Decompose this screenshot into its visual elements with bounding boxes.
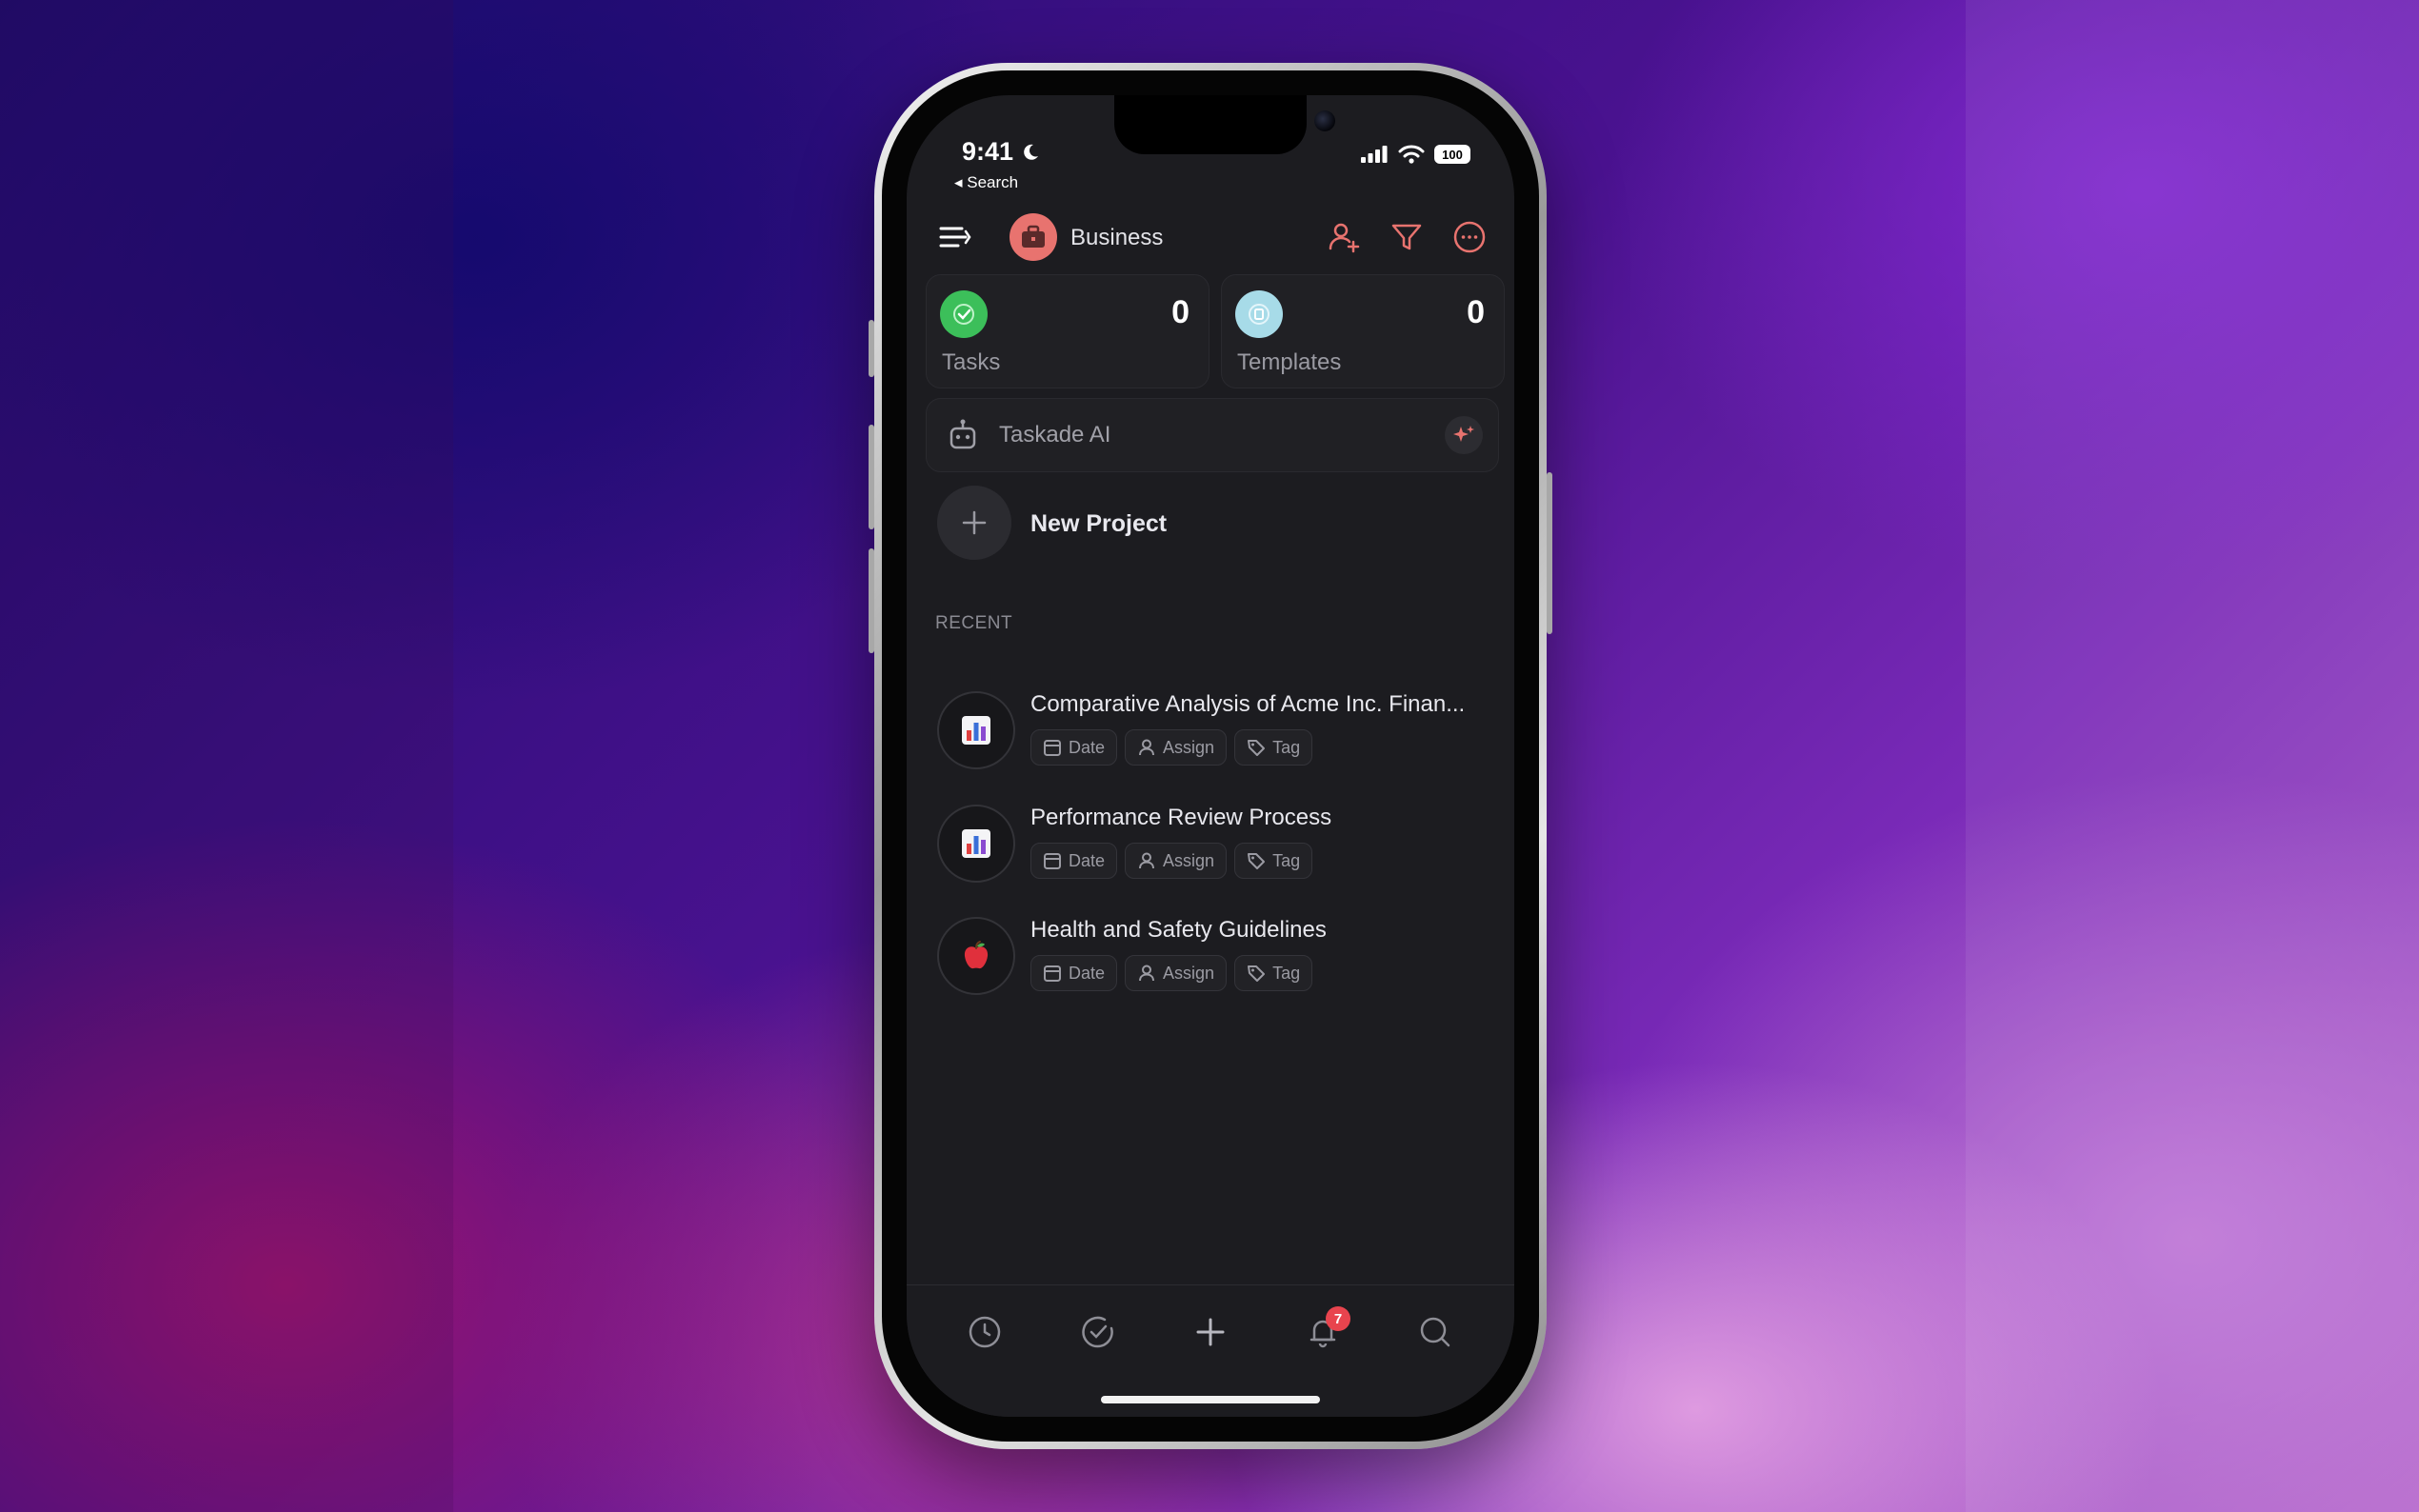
dynamic-island — [1114, 95, 1335, 154]
tag-chip[interactable]: Tag — [1234, 955, 1313, 991]
templates-count: 0 — [1467, 294, 1485, 330]
calendar-icon — [1044, 740, 1061, 756]
phone-action-button — [869, 320, 874, 377]
date-chip[interactable]: Date — [1030, 955, 1118, 991]
tag-chip-label: Tag — [1272, 737, 1301, 757]
phone-volume-down — [869, 548, 874, 653]
templates-label: Templates — [1237, 349, 1342, 375]
project-title: Performance Review Process — [1030, 805, 1332, 830]
more-options-icon[interactable] — [1451, 219, 1488, 255]
phone-frame: 9:41 ◂ Search 100 Business 0 Tasks 0 Tem… — [869, 63, 1552, 1449]
date-chip-label: Date — [1069, 737, 1106, 757]
person-icon — [1139, 739, 1155, 756]
home-indicator[interactable] — [1101, 1396, 1320, 1403]
battery-icon: 100 — [1434, 145, 1470, 164]
menu-icon[interactable] — [937, 219, 973, 255]
taskade-ai-label: Taskade AI — [999, 422, 1111, 448]
calendar-icon — [1044, 853, 1061, 869]
tag-chip-label: Tag — [1272, 963, 1301, 983]
moon-icon — [1023, 144, 1038, 160]
notification-badge: 7 — [1326, 1306, 1350, 1331]
taskade-ai-button[interactable]: Taskade AI — [926, 398, 1499, 472]
wifi-icon — [1398, 145, 1425, 164]
bar-chart-emoji-icon — [937, 805, 1015, 883]
ai-sparkle-icon[interactable] — [1445, 416, 1483, 454]
signal-icon — [1361, 146, 1388, 163]
person-icon — [1139, 965, 1155, 982]
project-chips: Date Assign Tag — [1030, 843, 1313, 879]
new-project-button[interactable] — [937, 486, 1011, 560]
tab-notifications[interactable]: 7 — [1297, 1306, 1350, 1358]
date-chip-label: Date — [1069, 963, 1106, 983]
phone-volume-up — [869, 425, 874, 529]
tab-search[interactable] — [1409, 1306, 1461, 1358]
tab-add[interactable] — [1185, 1306, 1236, 1358]
status-time: 9:41 — [962, 137, 1040, 167]
templates-icon — [1235, 290, 1283, 338]
assign-chip-label: Assign — [1163, 963, 1215, 983]
app-header: Business — [937, 209, 1489, 267]
assign-chip[interactable]: Assign — [1125, 729, 1228, 766]
assign-chip[interactable]: Assign — [1125, 843, 1228, 879]
search-icon — [1420, 1317, 1450, 1347]
plus-icon — [1196, 1318, 1225, 1346]
assign-chip[interactable]: Assign — [1125, 955, 1228, 991]
project-row[interactable]: Comparative Analysis of Acme Inc. Finan.… — [937, 686, 1499, 773]
tasks-card[interactable]: 0 Tasks — [926, 274, 1210, 388]
tag-chip[interactable]: Tag — [1234, 729, 1313, 766]
project-title: Health and Safety Guidelines — [1030, 917, 1327, 943]
tasks-check-icon — [940, 290, 988, 338]
assign-chip-label: Assign — [1163, 850, 1215, 870]
templates-card[interactable]: 0 Templates — [1221, 274, 1505, 388]
date-chip[interactable]: Date — [1030, 729, 1118, 766]
date-chip[interactable]: Date — [1030, 843, 1118, 879]
robot-icon — [950, 419, 976, 449]
tasks-count: 0 — [1171, 294, 1190, 330]
project-chips: Date Assign Tag — [1030, 729, 1313, 766]
workspace-avatar[interactable] — [1010, 213, 1057, 261]
project-row[interactable]: Health and Safety Guidelines Date Assign — [937, 911, 1499, 999]
tab-recent[interactable] — [959, 1306, 1010, 1358]
status-icons: 100 — [1360, 145, 1470, 164]
apple-emoji-icon — [937, 917, 1015, 995]
calendar-icon — [1044, 965, 1061, 982]
wallpaper-band-left — [0, 0, 453, 1512]
bar-chart-emoji-icon — [937, 691, 1015, 769]
project-title: Comparative Analysis of Acme Inc. Finan.… — [1030, 691, 1466, 717]
tag-chip[interactable]: Tag — [1234, 843, 1313, 879]
tasks-label: Tasks — [942, 349, 1001, 375]
clock-icon — [969, 1316, 1001, 1348]
tag-icon — [1248, 965, 1266, 982]
date-chip-label: Date — [1069, 850, 1106, 870]
bottom-tab-bar: 7 — [907, 1284, 1514, 1417]
tab-tasks[interactable] — [1072, 1306, 1124, 1358]
phone-screen: 9:41 ◂ Search 100 Business 0 Tasks 0 Tem… — [907, 95, 1514, 1417]
tag-chip-label: Tag — [1272, 850, 1301, 870]
back-to-search-link[interactable]: ◂ Search — [954, 173, 1018, 192]
filter-icon[interactable] — [1389, 219, 1425, 255]
wallpaper-band-right — [1966, 0, 2419, 1512]
add-member-icon[interactable] — [1326, 219, 1362, 255]
phone-power-button — [1547, 472, 1552, 634]
check-circle-icon — [1082, 1316, 1113, 1348]
project-chips: Date Assign Tag — [1030, 955, 1313, 991]
camera-icon — [1314, 110, 1335, 131]
plus-icon — [962, 510, 987, 535]
assign-chip-label: Assign — [1163, 737, 1215, 757]
new-project-label[interactable]: New Project — [1030, 510, 1167, 538]
recent-heading: RECENT — [935, 613, 1013, 633]
tag-icon — [1248, 740, 1266, 756]
status-time-text: 9:41 — [962, 137, 1014, 166]
person-icon — [1139, 852, 1155, 869]
tag-icon — [1248, 853, 1266, 869]
briefcase-icon — [1022, 225, 1045, 248]
project-row[interactable]: Performance Review Process Date Assign T… — [937, 799, 1499, 886]
workspace-name[interactable]: Business — [1070, 225, 1163, 251]
